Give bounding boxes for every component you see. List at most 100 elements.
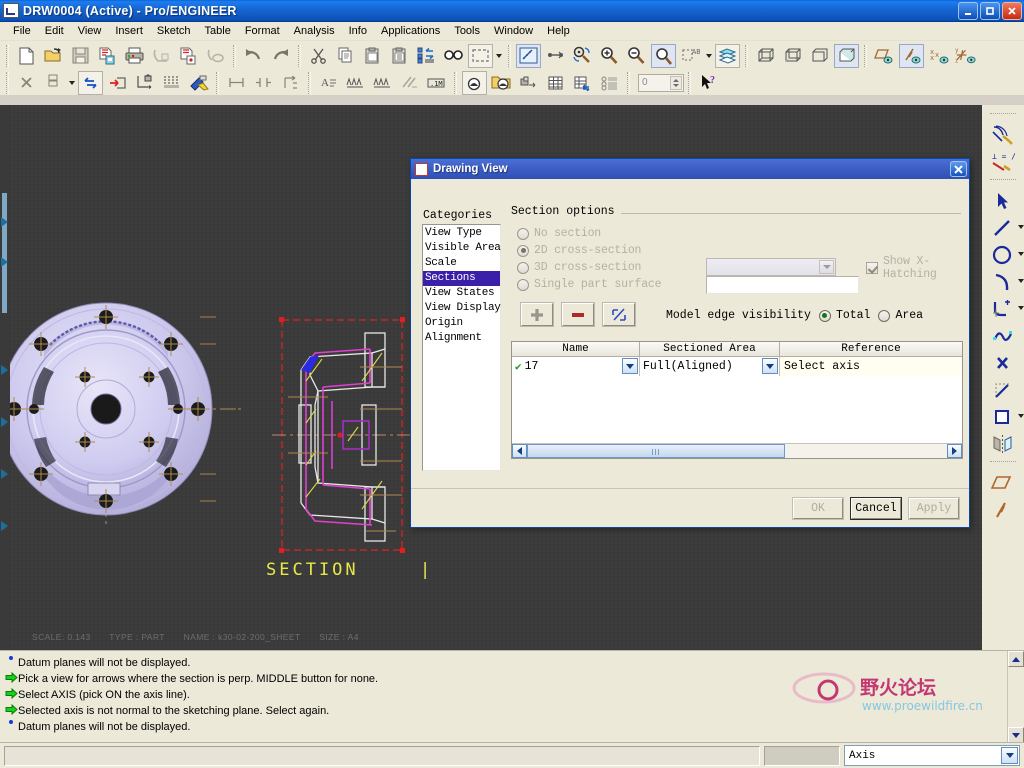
pan-arrow-icon[interactable] xyxy=(1,217,8,227)
link-icon[interactable] xyxy=(203,44,228,68)
spinner-up-icon[interactable] xyxy=(673,78,679,82)
dialog-close-button[interactable] xyxy=(950,161,967,177)
category-alignment[interactable]: Alignment xyxy=(423,331,500,346)
single-part-surface-field[interactable] xyxy=(706,276,859,294)
categories-list[interactable]: View Type Visible Area Scale Sections Vi… xyxy=(422,224,501,471)
geom-tol-icon[interactable] xyxy=(343,71,368,95)
rectangle-dropdown-icon[interactable] xyxy=(1018,414,1024,418)
pan-arrow-icon[interactable] xyxy=(1,257,8,267)
radio-3d-cross-section[interactable]: 3D cross-section xyxy=(517,259,661,276)
create-table-from-icon[interactable] xyxy=(516,71,541,95)
cell-reference[interactable]: Select axis xyxy=(780,357,962,376)
bom-icon[interactable] xyxy=(597,71,622,95)
point-icon[interactable] xyxy=(988,349,1018,376)
layers-icon[interactable] xyxy=(715,43,740,68)
redo-icon[interactable] xyxy=(268,44,293,68)
menu-sketch[interactable]: Sketch xyxy=(150,23,198,39)
pan-arrow-icon[interactable] xyxy=(1,521,8,531)
maximize-button[interactable] xyxy=(980,1,1000,20)
delete-icon[interactable] xyxy=(14,71,39,95)
dimension-icon[interactable] xyxy=(224,71,249,95)
selection-filter-combo[interactable]: Axis xyxy=(844,745,1020,766)
menu-format[interactable]: Format xyxy=(238,23,287,39)
fillet-icon[interactable] xyxy=(988,295,1024,322)
category-scale[interactable]: Scale xyxy=(423,256,500,271)
open-folder-icon[interactable] xyxy=(41,44,66,68)
close-button[interactable] xyxy=(1002,1,1022,20)
sectioned-area-dropdown-button[interactable] xyxy=(762,358,778,374)
cross-section-dropdown-button[interactable] xyxy=(819,260,834,274)
regenerate-icon[interactable] xyxy=(414,44,439,68)
cross-section-name-dropdown[interactable] xyxy=(706,258,836,276)
arc-icon[interactable] xyxy=(988,268,1024,295)
export-icon[interactable] xyxy=(176,44,201,68)
constraint-icon[interactable]: ⊥ = // xyxy=(988,148,1018,175)
arc-dropdown-icon[interactable] xyxy=(1018,279,1024,283)
sketch-annotate-icon[interactable] xyxy=(988,121,1018,148)
ok-button[interactable]: OK xyxy=(792,497,844,520)
update-sheet-icon[interactable] xyxy=(105,71,130,95)
coord-system-display-icon[interactable]: yz xyxy=(953,44,978,68)
left-scroll-strip[interactable] xyxy=(0,105,10,650)
view-wireframe-icon[interactable] xyxy=(753,44,778,68)
edit-section-button[interactable] xyxy=(602,302,636,327)
sheet-setup-icon[interactable]: AB xyxy=(678,44,703,68)
radio-area-label[interactable]: Area xyxy=(895,309,923,322)
erase-icon[interactable] xyxy=(186,71,211,95)
radio-area-indicator[interactable] xyxy=(878,309,891,322)
radio-single-part-surface[interactable]: Single part surface xyxy=(517,276,662,293)
sections-table[interactable]: Name Sectioned Area Reference ✔ 17 Full(… xyxy=(511,341,963,459)
menu-window[interactable]: Window xyxy=(487,23,540,39)
ref-dimension-icon[interactable] xyxy=(251,71,276,95)
datum-plane-display-icon[interactable] xyxy=(872,44,897,68)
view-shaded-icon[interactable] xyxy=(834,43,859,68)
table-update-icon[interactable] xyxy=(570,71,595,95)
view-hidden-line-icon[interactable] xyxy=(780,44,805,68)
sheet-setup-dropdown-icon[interactable] xyxy=(704,44,714,68)
menu-analysis[interactable]: Analysis xyxy=(287,23,342,39)
spline-icon[interactable] xyxy=(988,322,1018,349)
left-scroll-thumb[interactable] xyxy=(2,193,7,313)
menu-view[interactable]: View xyxy=(71,23,109,39)
scroll-right-button[interactable] xyxy=(947,444,962,458)
balloon-folder-icon[interactable] xyxy=(489,71,514,95)
table-horizontal-scrollbar[interactable] xyxy=(512,443,962,458)
table-row[interactable]: ✔ 17 Full(Aligned) Select axis xyxy=(512,357,962,376)
balloon-icon[interactable] xyxy=(462,70,487,95)
stack-icon[interactable] xyxy=(41,71,66,95)
cell-section-name[interactable]: ✔ 17 xyxy=(512,357,640,376)
message-scroll-up-button[interactable] xyxy=(1008,651,1024,667)
pan-arrow-icon[interactable] xyxy=(1,365,8,375)
save-icon[interactable] xyxy=(68,44,93,68)
minimize-button[interactable] xyxy=(958,1,978,20)
save-as-pdf-icon[interactable] xyxy=(95,44,120,68)
repeat-region-icon[interactable] xyxy=(78,70,103,95)
menu-tools[interactable]: Tools xyxy=(447,23,487,39)
paste-special-icon[interactable] xyxy=(387,44,412,68)
category-origin[interactable]: Origin xyxy=(423,316,500,331)
mail-icon[interactable] xyxy=(149,44,174,68)
geom-tol2-icon[interactable] xyxy=(370,71,395,95)
cancel-button[interactable]: Cancel xyxy=(850,497,902,520)
view-no-hidden-icon[interactable] xyxy=(807,44,832,68)
radio-no-section[interactable]: No section xyxy=(517,225,661,242)
new-file-icon[interactable] xyxy=(14,44,39,68)
section-name-dropdown-button[interactable] xyxy=(622,358,638,374)
paste-icon[interactable] xyxy=(360,44,385,68)
selection-box-dropdown-icon[interactable] xyxy=(494,44,504,68)
datum-plane-icon[interactable] xyxy=(988,469,1018,496)
radio-total-label[interactable]: Total xyxy=(836,309,871,322)
copy-icon[interactable] xyxy=(333,44,358,68)
ordinate-dim-icon[interactable] xyxy=(278,71,303,95)
note-icon[interactable]: A xyxy=(316,71,341,95)
zoom-out-icon[interactable] xyxy=(624,44,649,68)
refit-icon[interactable] xyxy=(543,44,568,68)
menu-edit[interactable]: Edit xyxy=(38,23,71,39)
radio-total-indicator[interactable] xyxy=(818,309,831,322)
datum-axis-icon[interactable] xyxy=(988,496,1018,523)
category-view-states[interactable]: View States xyxy=(423,286,500,301)
datum-axis-display-icon[interactable] xyxy=(899,43,924,68)
table-lines-icon[interactable] xyxy=(159,71,184,95)
stack-dropdown-icon[interactable] xyxy=(67,71,77,95)
menu-applications[interactable]: Applications xyxy=(374,23,447,39)
